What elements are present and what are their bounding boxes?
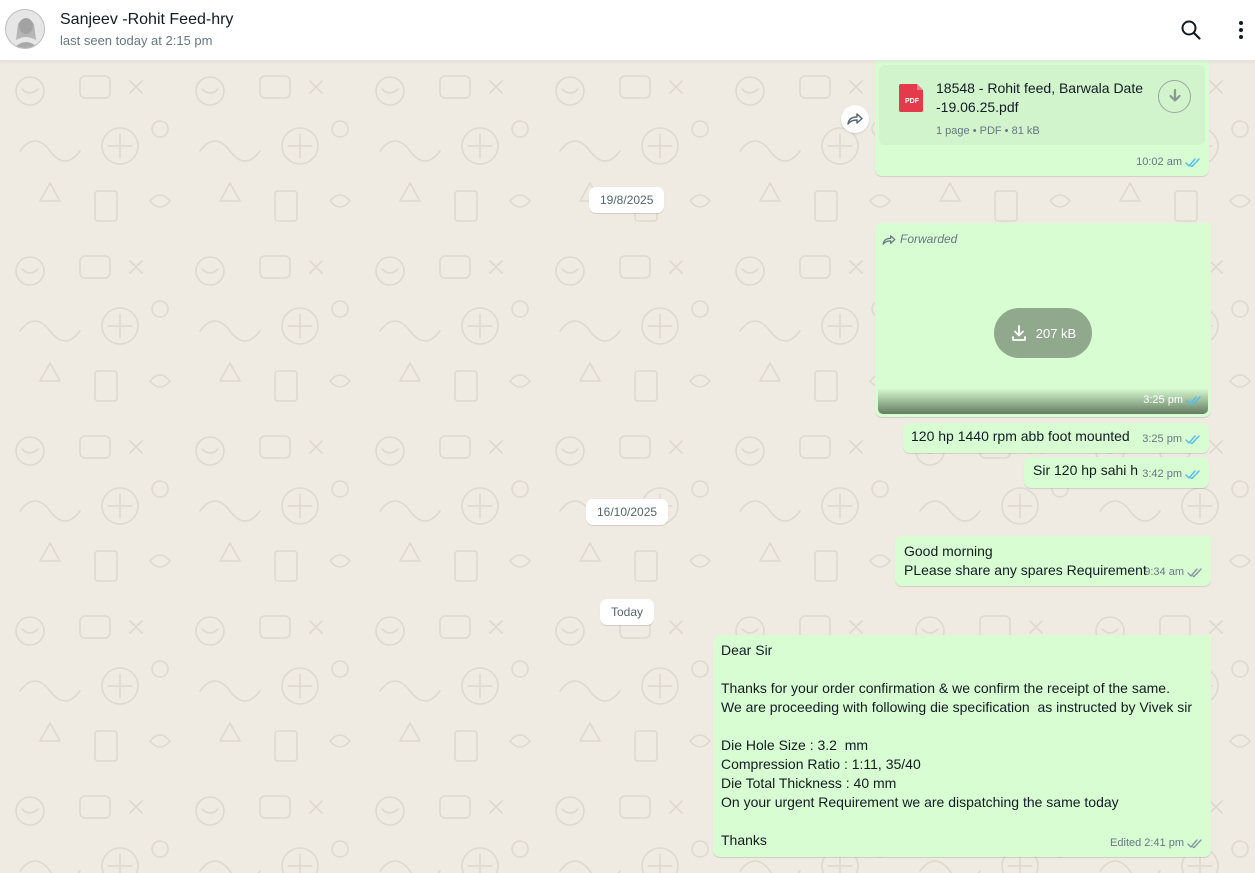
message-time: 10:02 am	[1136, 156, 1182, 168]
message-text: Sir 120 hp sahi h	[1033, 462, 1139, 478]
message-meta: 10:02 am	[1136, 153, 1201, 172]
date-separator: Today	[600, 599, 655, 625]
date-separator: 19/8/2025	[589, 187, 665, 213]
last-seen-status: last seen today at 2:15 pm	[60, 33, 213, 48]
message-meta: 9:34 am	[1144, 563, 1203, 582]
message-meta: 3:42 pm	[1142, 465, 1201, 484]
forward-shortcut-button[interactable]	[841, 105, 869, 133]
search-icon	[1181, 20, 1201, 40]
chat-area[interactable]: PDF 18548 - Rohit feed, Barwala Date -19…	[0, 61, 1255, 873]
message-text: 120 hp 1440 rpm abb foot mounted	[911, 428, 1130, 444]
media-download-button[interactable]: 207 kB	[994, 308, 1092, 358]
double-check-icon	[1185, 435, 1200, 445]
double-check-icon	[1185, 158, 1200, 168]
edited-label: Edited	[1110, 837, 1142, 849]
pdf-badge-text: PDF	[905, 98, 920, 105]
forward-icon	[847, 113, 863, 125]
download-icon	[1168, 88, 1181, 102]
message-bubble[interactable]: Good morning PLease share any spares Req…	[895, 536, 1211, 586]
message-text-line: Dear Sir	[721, 642, 773, 658]
message-text-line: Die Hole Size : 3.2 mm	[721, 737, 869, 753]
media-preview[interactable]: 207 kB 3:25 pm	[878, 248, 1208, 414]
message-time: 3:42 pm	[1142, 468, 1182, 480]
contact-name[interactable]: Sanjeev -Rohit Feed-hry	[60, 11, 233, 29]
pdf-file-name-line2: -19.06.25.pdf	[936, 99, 1019, 115]
pdf-file-name-line1: 18548 - Rohit feed, Barwala Date	[936, 80, 1144, 96]
message-bubble[interactable]: Dear Sir Thanks for your order confirmat…	[713, 635, 1211, 857]
message-text-line1: Good morning	[904, 543, 993, 559]
download-icon	[1011, 325, 1026, 341]
message-bubble[interactable]: 120 hp 1440 rpm abb foot mounted 3:25 pm	[903, 423, 1209, 453]
forwarded-media-bubble[interactable]: Forwarded 207 kB 3:25 pm	[875, 223, 1211, 417]
date-separator: 16/10/2025	[586, 499, 669, 525]
message-time: 2:41 pm	[1144, 837, 1184, 849]
message-time: 9:34 am	[1144, 566, 1184, 578]
pdf-download-button[interactable]	[1158, 80, 1191, 113]
forwarded-text: Forwarded	[900, 232, 958, 246]
pdf-attachment[interactable]: PDF 18548 - Rohit feed, Barwala Date -19…	[879, 65, 1205, 145]
double-check-icon	[1186, 396, 1201, 406]
message-meta: Edited 2:41 pm	[1110, 834, 1203, 853]
message-text-line: Compression Ratio : 1:11, 35/40	[721, 756, 921, 772]
message-time: 3:25 pm	[1142, 433, 1182, 445]
pdf-message-bubble[interactable]: PDF 18548 - Rohit feed, Barwala Date -19…	[875, 61, 1209, 176]
search-button[interactable]	[1175, 14, 1207, 46]
forwarded-label: Forwarded	[882, 230, 957, 249]
pdf-file-name: 18548 - Rohit feed, Barwala Date -19.06.…	[936, 79, 1146, 117]
message-meta: 3:25 pm	[1143, 391, 1202, 410]
menu-button[interactable]	[1225, 14, 1255, 46]
kebab-menu-icon	[1239, 21, 1243, 39]
pdf-file-icon: PDF	[899, 84, 923, 112]
message-bubble[interactable]: Sir 120 hp sahi h 3:42 pm	[1024, 457, 1209, 488]
message-text-line: Die Total Thickness : 40 mm	[721, 775, 897, 791]
double-check-icon	[1187, 839, 1202, 849]
double-check-icon	[1187, 568, 1202, 578]
message-text-line: We are proceeding with following die spe…	[721, 699, 1193, 715]
message-text-line: Thanks	[721, 832, 767, 848]
message-text-line: Thanks for your order confirmation & we …	[721, 680, 1170, 696]
message-time: 3:25 pm	[1143, 394, 1183, 406]
pdf-file-details: 1 page • PDF • 81 kB	[936, 125, 1040, 137]
message-text-line: On your urgent Requirement we are dispat…	[721, 794, 1119, 810]
chat-header: Sanjeev -Rohit Feed-hry last seen today …	[0, 0, 1255, 61]
message-meta: 3:25 pm	[1142, 430, 1201, 449]
message-text-line2: PLease share any spares Requirement	[904, 562, 1147, 578]
media-size: 207 kB	[1035, 325, 1077, 341]
double-check-icon	[1185, 470, 1200, 480]
forwarded-icon	[882, 234, 896, 245]
contact-avatar[interactable]	[5, 9, 45, 49]
